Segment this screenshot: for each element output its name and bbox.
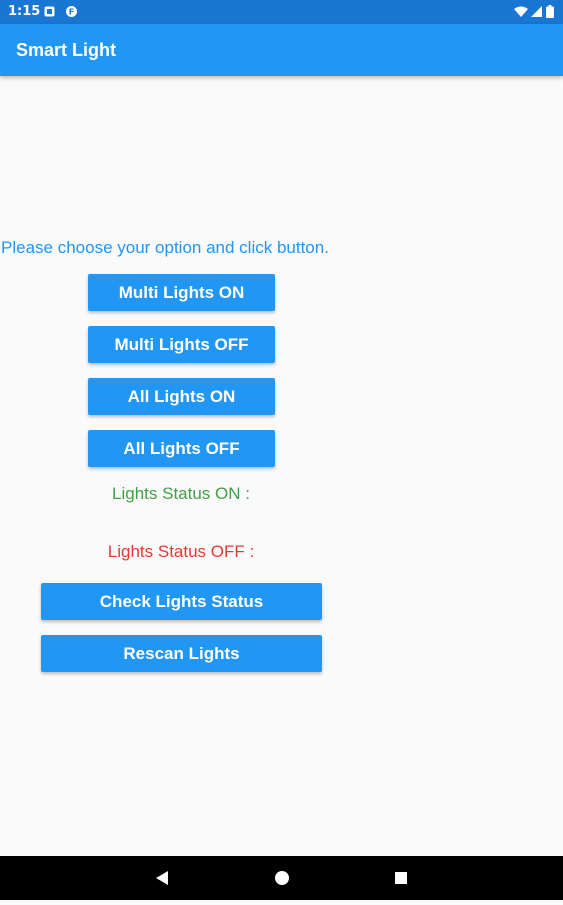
back-triangle-icon [156, 871, 168, 885]
app-badge-icon: F [66, 6, 77, 17]
instruction-text: Please choose your option and click butt… [1, 238, 329, 257]
lights-status-off-label: Lights Status OFF : [107, 542, 255, 561]
app-title: Smart Light [16, 40, 117, 60]
lights-status-on-label: Lights Status ON : [112, 484, 250, 503]
svg-text:F: F [69, 8, 74, 17]
status-bar: 1:15 F [0, 0, 563, 24]
notification-square-icon [44, 6, 55, 17]
app-bar: Smart Light [0, 24, 563, 76]
all-lights-off-button[interactable]: All Lights OFF [88, 430, 275, 467]
multi-lights-off-button[interactable]: Multi Lights OFF [88, 326, 275, 363]
recents-button[interactable] [371, 856, 431, 900]
rescan-lights-button[interactable]: Rescan Lights [41, 635, 322, 672]
recents-square-icon [395, 872, 407, 884]
back-button[interactable] [131, 856, 191, 900]
all-lights-on-button[interactable]: All Lights ON [88, 378, 275, 415]
wifi-icon [514, 6, 528, 17]
multi-lights-on-button[interactable]: Multi Lights ON [88, 274, 275, 311]
status-time: 1:15 [8, 4, 41, 19]
check-lights-status-button[interactable]: Check Lights Status [41, 583, 322, 620]
home-button[interactable] [252, 856, 312, 900]
signal-icon [531, 6, 542, 17]
navigation-bar [0, 856, 563, 900]
home-circle-icon [275, 871, 289, 885]
battery-icon [546, 5, 554, 18]
